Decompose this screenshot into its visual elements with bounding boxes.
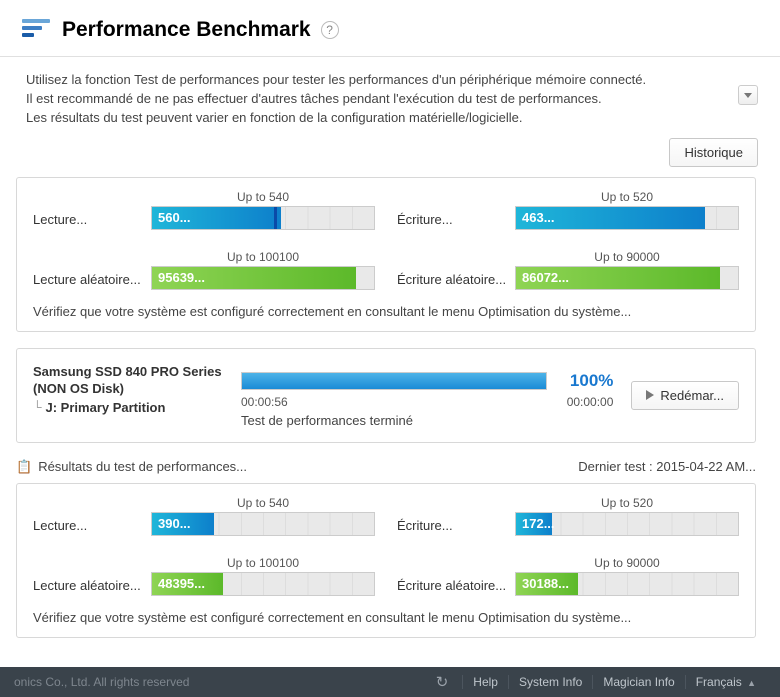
intro-line: Les résultats du test peuvent varier en … bbox=[26, 109, 754, 128]
bench-bar: 30188... bbox=[515, 572, 739, 596]
bench-read: Lecture... Up to 540 560... bbox=[33, 190, 375, 230]
footer-magician-info[interactable]: Magician Info bbox=[592, 675, 684, 689]
help-icon[interactable]: ? bbox=[321, 21, 339, 39]
bench-label: Écriture aléatoire... bbox=[397, 250, 515, 290]
progress-fill bbox=[242, 373, 546, 389]
bench-bar: 172... bbox=[515, 512, 739, 536]
drive-panel: Samsung SSD 840 PRO Series (NON OS Disk)… bbox=[16, 348, 756, 443]
content-scroll[interactable]: Lecture... Up to 540 560... Écriture... bbox=[0, 177, 780, 647]
expand-button[interactable] bbox=[738, 85, 758, 105]
last-test: Dernier test : 2015-04-22 AM... bbox=[578, 459, 756, 474]
benchmark-panel-lower: Lecture... Up to 540 390... Écriture... … bbox=[16, 483, 756, 638]
elapsed-time: 00:00:56 bbox=[241, 395, 288, 409]
bench-read: Lecture... Up to 540 390... bbox=[33, 496, 375, 536]
bench-fill: 95639... bbox=[152, 267, 356, 289]
bench-mark bbox=[274, 207, 277, 229]
footer-help[interactable]: Help bbox=[462, 675, 508, 689]
bench-fill: 463... bbox=[516, 207, 705, 229]
config-note: Vérifiez que votre système est configuré… bbox=[33, 304, 739, 319]
bench-bar: 86072... bbox=[515, 266, 739, 290]
language-label: Français bbox=[696, 675, 742, 689]
bench-label: Lecture... bbox=[33, 496, 151, 536]
bench-bar: 560... bbox=[151, 206, 375, 230]
test-status: Test de performances terminé bbox=[241, 413, 613, 428]
restart-button[interactable]: Redémar... bbox=[631, 381, 739, 410]
bench-fill: 86072... bbox=[516, 267, 720, 289]
header: Performance Benchmark ? bbox=[0, 0, 780, 57]
drive-info: Samsung SSD 840 PRO Series (NON OS Disk)… bbox=[33, 363, 223, 428]
bench-upto: Up to 540 bbox=[151, 190, 375, 204]
bench-bar: 48395... bbox=[151, 572, 375, 596]
config-note: Vérifiez que votre système est configuré… bbox=[33, 610, 739, 625]
bench-upto: Up to 520 bbox=[515, 496, 739, 510]
results-title: Résultats du test de performances... bbox=[38, 459, 247, 474]
footer: onics Co., Ltd. All rights reserved ↻ He… bbox=[0, 667, 780, 697]
bench-random-write: Écriture aléatoire... Up to 90000 30188.… bbox=[397, 556, 739, 596]
bench-fill: 48395... bbox=[152, 573, 223, 595]
clipboard-icon: 📋 bbox=[16, 459, 32, 475]
chevron-up-icon: ▲ bbox=[747, 678, 756, 688]
bench-write: Écriture... Up to 520 172... bbox=[397, 496, 739, 536]
drive-partition: J: Primary Partition bbox=[46, 400, 166, 415]
bench-random-read: Lecture aléatoire... Up to 100100 48395.… bbox=[33, 556, 375, 596]
bench-random-read: Lecture aléatoire... Up to 100100 95639.… bbox=[33, 250, 375, 290]
bench-upto: Up to 520 bbox=[515, 190, 739, 204]
bench-fill: 560... bbox=[152, 207, 281, 229]
bench-label: Écriture... bbox=[397, 496, 515, 536]
bench-upto: Up to 90000 bbox=[515, 556, 739, 570]
bench-upto: Up to 100100 bbox=[151, 556, 375, 570]
results-header: 📋 Résultats du test de performances... D… bbox=[16, 459, 756, 475]
bench-fill: 390... bbox=[152, 513, 214, 535]
drive-name: Samsung SSD 840 PRO Series (NON OS Disk) bbox=[33, 363, 223, 398]
bench-upto: Up to 90000 bbox=[515, 250, 739, 264]
benchmark-panel-upper: Lecture... Up to 540 560... Écriture... bbox=[16, 177, 756, 332]
page-title: Performance Benchmark bbox=[62, 18, 311, 42]
footer-language[interactable]: Français ▲ bbox=[685, 675, 766, 689]
restart-label: Redémar... bbox=[660, 388, 724, 403]
bench-label: Écriture... bbox=[397, 190, 515, 230]
tree-icon: └ bbox=[33, 400, 42, 414]
bench-fill: 30188... bbox=[516, 573, 578, 595]
copyright: onics Co., Ltd. All rights reserved bbox=[14, 675, 189, 689]
bench-bar: 390... bbox=[151, 512, 375, 536]
bench-label: Lecture... bbox=[33, 190, 151, 230]
footer-system-info[interactable]: System Info bbox=[508, 675, 592, 689]
bench-upto: Up to 100100 bbox=[151, 250, 375, 264]
progress-bar bbox=[241, 372, 547, 390]
bench-bar: 463... bbox=[515, 206, 739, 230]
bench-upto: Up to 540 bbox=[151, 496, 375, 510]
intro-text: Utilisez la fonction Test de performance… bbox=[0, 57, 780, 134]
bench-label: Lecture aléatoire... bbox=[33, 250, 151, 290]
refresh-icon[interactable]: ↻ bbox=[436, 673, 449, 691]
bench-label: Écriture aléatoire... bbox=[397, 556, 515, 596]
intro-line: Il est recommandé de ne pas effectuer d'… bbox=[26, 90, 754, 109]
bench-fill: 172... bbox=[516, 513, 552, 535]
intro-line: Utilisez la fonction Test de performance… bbox=[26, 71, 754, 90]
progress-percent: 100% bbox=[557, 371, 613, 391]
history-button[interactable]: Historique bbox=[669, 138, 758, 167]
bench-bar: 95639... bbox=[151, 266, 375, 290]
bench-label: Lecture aléatoire... bbox=[33, 556, 151, 596]
bench-write: Écriture... Up to 520 463... bbox=[397, 190, 739, 230]
benchmark-icon bbox=[22, 19, 50, 41]
remaining-time: 00:00:00 bbox=[567, 395, 614, 409]
bench-random-write: Écriture aléatoire... Up to 90000 86072.… bbox=[397, 250, 739, 290]
play-icon bbox=[646, 390, 654, 400]
